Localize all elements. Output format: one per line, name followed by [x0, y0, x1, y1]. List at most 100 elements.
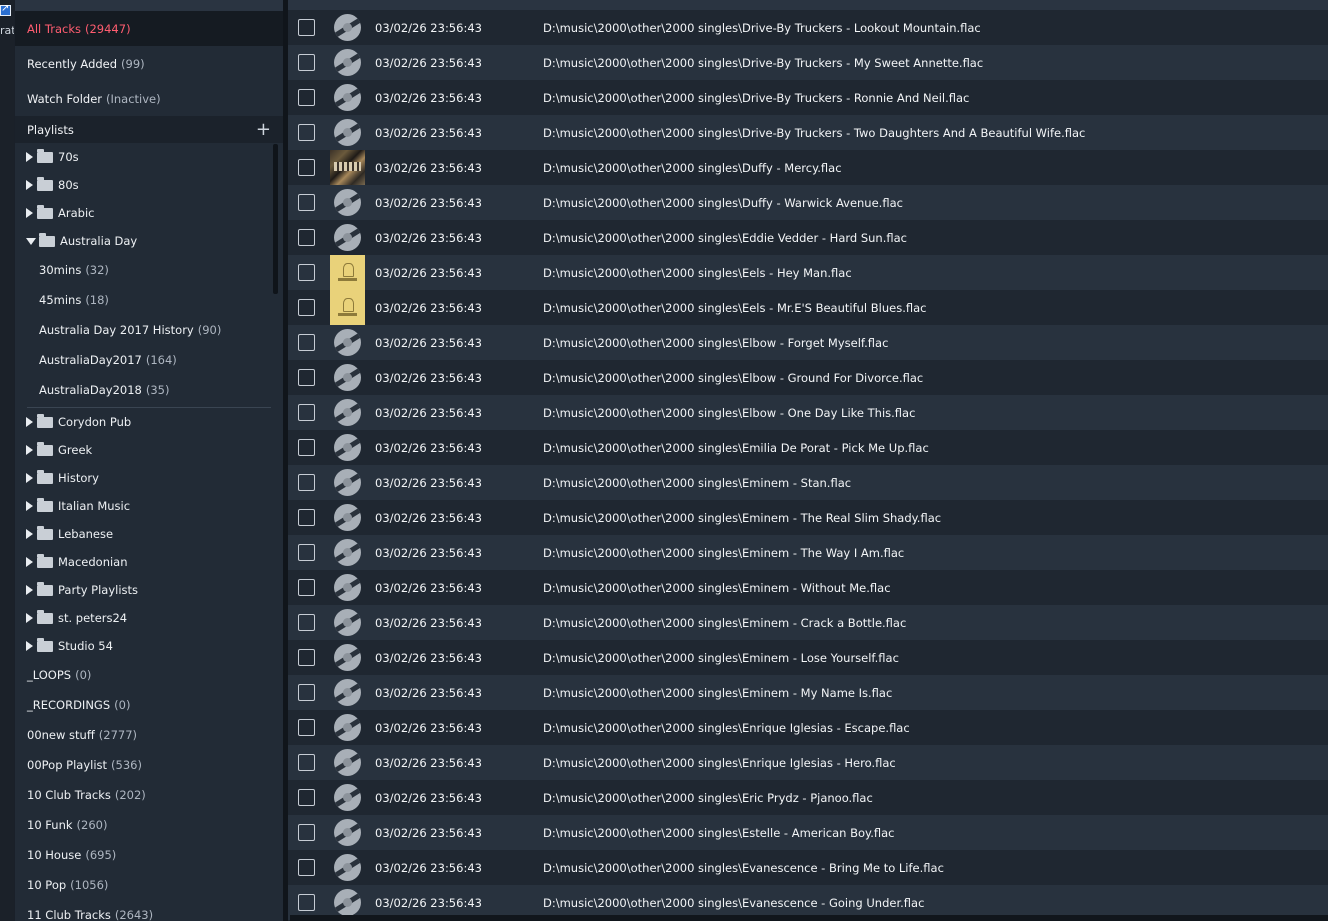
table-row[interactable]: 03/02/26 23:56:43 D:\music\2000\other\200…	[288, 115, 1328, 150]
select-checkbox[interactable]	[298, 859, 315, 876]
table-row[interactable]: 03/02/26 23:56:43 D:\music\2000\other\200…	[288, 780, 1328, 815]
select-checkbox[interactable]	[298, 649, 315, 666]
horizontal-scrollbar[interactable]	[290, 915, 1328, 921]
shortcut-arrow-icon[interactable]	[0, 3, 11, 16]
playlist-item[interactable]: 10 Pop (1056)	[15, 870, 283, 900]
playlist-item[interactable]: AustraliaDay2018 (35)	[15, 375, 283, 405]
select-checkbox[interactable]	[298, 369, 315, 386]
playlist-item[interactable]: 10 Club Tracks (202)	[15, 780, 283, 810]
playlist-item[interactable]: _LOOPS (0)	[15, 660, 283, 690]
table-row[interactable]: 03/02/26 23:56:43 D:\music\2000\other\200…	[288, 150, 1328, 185]
table-row[interactable]: 03/02/26 23:56:43 D:\music\2000\other\200…	[288, 535, 1328, 570]
table-row[interactable]: 03/02/26 23:56:43 D:\music\2000\other\200…	[288, 500, 1328, 535]
select-checkbox[interactable]	[298, 159, 315, 176]
select-checkbox[interactable]	[298, 194, 315, 211]
file-path-cell: D:\music\2000\other\2000 singles\Eminem …	[543, 545, 905, 560]
playlist-item[interactable]: 11 Club Tracks (2643)	[15, 900, 283, 921]
playlist-folder[interactable]: 80s	[15, 171, 283, 199]
playlist-folder[interactable]: Macedonian	[15, 548, 283, 576]
collapsed-triangle-icon[interactable]	[26, 613, 33, 623]
select-checkbox[interactable]	[298, 89, 315, 106]
playlist-item[interactable]: AustraliaDay2017 (164)	[15, 345, 283, 375]
playlist-item[interactable]: _RECORDINGS (0)	[15, 690, 283, 720]
table-row[interactable]: 03/02/26 23:56:43 D:\music\2000\other\200…	[288, 675, 1328, 710]
sidebar-scrollbar[interactable]	[273, 144, 278, 294]
table-row[interactable]: 03/02/26 23:56:43 D:\music\2000\other\200…	[288, 255, 1328, 290]
playlist-item[interactable]: 30mins (32)	[15, 255, 283, 285]
select-checkbox[interactable]	[298, 439, 315, 456]
select-checkbox[interactable]	[298, 509, 315, 526]
table-row[interactable]: 03/02/26 23:56:43 D:\music\2000\other\200…	[288, 395, 1328, 430]
select-checkbox[interactable]	[298, 579, 315, 596]
table-row[interactable]: 03/02/26 23:56:43 D:\music\2000\other\200…	[288, 570, 1328, 605]
table-row[interactable]: 03/02/26 23:56:43 D:\music\2000\other\200…	[288, 430, 1328, 465]
select-checkbox[interactable]	[298, 124, 315, 141]
table-row[interactable]: 03/02/26 23:56:43 D:\music\2000\other\200…	[288, 360, 1328, 395]
select-checkbox[interactable]	[298, 474, 315, 491]
collapsed-triangle-icon[interactable]	[26, 445, 33, 455]
playlist-folder[interactable]: st. peters24	[15, 604, 283, 632]
playlist-item[interactable]: Australia Day 2017 History (90)	[15, 315, 283, 345]
select-checkbox[interactable]	[298, 544, 315, 561]
playlist-folder[interactable]: 70s	[15, 143, 283, 171]
table-row[interactable]: 03/02/26 23:56:43 D:\music\2000\other\200…	[288, 640, 1328, 675]
table-row[interactable]: 03/02/26 23:56:43 D:\music\2000\other\200…	[288, 45, 1328, 80]
playlist-folder[interactable]: Corydon Pub	[15, 408, 283, 436]
add-playlist-icon[interactable]: +	[256, 120, 271, 139]
nav-item-watch-folder[interactable]: Watch Folder (Inactive)	[15, 81, 283, 116]
select-checkbox[interactable]	[298, 894, 315, 911]
table-row[interactable]: 03/02/26 23:56:43 D:\music\2000\other\200…	[288, 325, 1328, 360]
playlist-folder[interactable]: Lebanese	[15, 520, 283, 548]
playlist-folder[interactable]: Greek	[15, 436, 283, 464]
collapsed-triangle-icon[interactable]	[26, 208, 33, 218]
table-row[interactable]: 03/02/26 23:56:43 D:\music\2000\other\200…	[288, 605, 1328, 640]
table-row[interactable]: 03/02/26 23:56:43 D:\music\2000\other\200…	[288, 10, 1328, 45]
collapsed-triangle-icon[interactable]	[26, 585, 33, 595]
select-checkbox[interactable]	[298, 719, 315, 736]
playlist-item[interactable]: 00Pop Playlist (536)	[15, 750, 283, 780]
collapsed-triangle-icon[interactable]	[26, 501, 33, 511]
collapsed-triangle-icon[interactable]	[26, 417, 33, 427]
select-checkbox[interactable]	[298, 54, 315, 71]
collapsed-triangle-icon[interactable]	[26, 473, 33, 483]
collapsed-triangle-icon[interactable]	[26, 557, 33, 567]
expanded-triangle-icon[interactable]	[26, 237, 36, 245]
playlist-folder[interactable]: Arabic	[15, 199, 283, 227]
playlist-item[interactable]: 45mins (18)	[15, 285, 283, 315]
album-art	[330, 500, 365, 535]
select-checkbox[interactable]	[298, 334, 315, 351]
nav-item-recently-added[interactable]: Recently Added (99)	[15, 46, 283, 81]
playlist-item[interactable]: 10 House (695)	[15, 840, 283, 870]
select-checkbox[interactable]	[298, 299, 315, 316]
playlist-folder[interactable]: History	[15, 464, 283, 492]
table-row[interactable]: 03/02/26 23:56:43 D:\music\2000\other\200…	[288, 710, 1328, 745]
select-checkbox[interactable]	[298, 404, 315, 421]
select-checkbox[interactable]	[298, 684, 315, 701]
table-row[interactable]: 03/02/26 23:56:43 D:\music\2000\other\200…	[288, 220, 1328, 255]
playlist-folder[interactable]: Studio 54	[15, 632, 283, 660]
table-row[interactable]: 03/02/26 23:56:43 D:\music\2000\other\200…	[288, 290, 1328, 325]
collapsed-triangle-icon[interactable]	[26, 152, 33, 162]
table-row[interactable]: 03/02/26 23:56:43 D:\music\2000\other\200…	[288, 80, 1328, 115]
table-row[interactable]: 03/02/26 23:56:43 D:\music\2000\other\200…	[288, 815, 1328, 850]
collapsed-triangle-icon[interactable]	[26, 641, 33, 651]
select-checkbox[interactable]	[298, 824, 315, 841]
nav-item-all-tracks[interactable]: All Tracks (29447)	[15, 11, 283, 46]
playlist-folder[interactable]: Italian Music	[15, 492, 283, 520]
select-checkbox[interactable]	[298, 264, 315, 281]
select-checkbox[interactable]	[298, 229, 315, 246]
table-row[interactable]: 03/02/26 23:56:43 D:\music\2000\other\200…	[288, 745, 1328, 780]
table-row[interactable]: 03/02/26 23:56:43 D:\music\2000\other\200…	[288, 850, 1328, 885]
playlist-item[interactable]: 00new stuff (2777)	[15, 720, 283, 750]
playlist-folder[interactable]: Australia Day	[15, 227, 283, 255]
playlist-item[interactable]: 10 Funk (260)	[15, 810, 283, 840]
select-checkbox[interactable]	[298, 754, 315, 771]
collapsed-triangle-icon[interactable]	[26, 529, 33, 539]
playlist-folder[interactable]: Party Playlists	[15, 576, 283, 604]
table-row[interactable]: 03/02/26 23:56:43 D:\music\2000\other\200…	[288, 465, 1328, 500]
select-checkbox[interactable]	[298, 614, 315, 631]
select-checkbox[interactable]	[298, 19, 315, 36]
collapsed-triangle-icon[interactable]	[26, 180, 33, 190]
select-checkbox[interactable]	[298, 789, 315, 806]
table-row[interactable]: 03/02/26 23:56:43 D:\music\2000\other\200…	[288, 185, 1328, 220]
